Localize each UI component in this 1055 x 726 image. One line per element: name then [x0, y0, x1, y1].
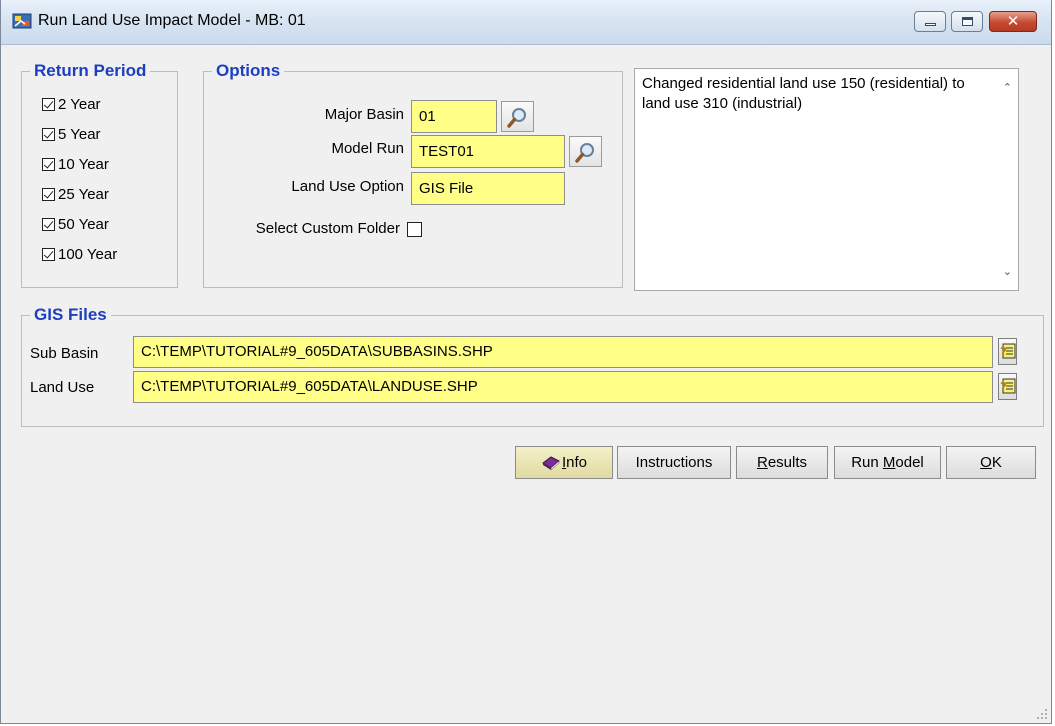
land-use-browse-button[interactable]: ?	[998, 373, 1017, 400]
return-period-item-25-year[interactable]: 25 Year	[42, 183, 109, 205]
close-icon: ✕	[1006, 12, 1020, 30]
model-run-lookup-button[interactable]	[569, 136, 602, 167]
return-period-item-10-year[interactable]: 10 Year	[42, 153, 109, 175]
major-basin-label: Major Basin	[324, 106, 404, 123]
options-title: Options	[212, 60, 285, 82]
checkbox-25-year[interactable]	[42, 187, 55, 201]
resize-grip-icon[interactable]	[1036, 708, 1048, 720]
file-browse-icon: ?	[1000, 378, 1016, 394]
checkbox-5-year[interactable]	[42, 127, 55, 141]
checkbox-label: 10 Year	[58, 155, 109, 173]
results-button-label: Results	[756, 454, 808, 471]
file-browse-icon: ?	[1000, 343, 1016, 359]
minimize-icon	[925, 23, 936, 26]
return-period-item-50-year[interactable]: 50 Year	[42, 213, 109, 235]
info-button-label: Info	[561, 454, 588, 471]
window-title: Run Land Use Impact Model - MB: 01	[38, 12, 306, 29]
results-button[interactable]: Results	[736, 446, 828, 479]
svg-text:?: ?	[1000, 380, 1007, 394]
land-use-option-field[interactable]: GIS File	[411, 172, 565, 205]
instructions-button-label: Instructions	[635, 454, 713, 471]
sub-basin-label: Sub Basin	[30, 345, 99, 362]
checkbox-50-year[interactable]	[42, 217, 55, 231]
app-icon	[12, 13, 32, 29]
checkbox-label: 2 Year	[58, 95, 101, 113]
sub-basin-path-field[interactable]: C:\TEMP\TUTORIAL#9_605DATA\SUBBASINS.SHP	[133, 336, 993, 368]
checkbox-label: 5 Year	[58, 125, 101, 143]
checkbox-label: 25 Year	[58, 185, 109, 203]
notes-text: Changed residential land use 150 (reside…	[642, 75, 965, 112]
checkbox-label: 100 Year	[58, 245, 118, 263]
options-group: Options Major Basin 01 Model Run TEST01 …	[203, 60, 623, 288]
major-basin-lookup-button[interactable]	[501, 101, 534, 132]
ok-button-label: OK	[980, 454, 1002, 471]
run-model-button[interactable]: Run Model	[834, 446, 941, 479]
model-run-field[interactable]: TEST01	[411, 135, 565, 168]
ok-button[interactable]: OK	[946, 446, 1036, 479]
scroll-up-icon[interactable]: ⌃	[1003, 81, 1012, 94]
close-button[interactable]: ✕	[989, 11, 1037, 32]
land-use-label: Land Use	[30, 379, 95, 396]
instructions-button[interactable]: Instructions	[617, 446, 731, 479]
gis-files-group: GIS Files Sub Basin C:\TEMP\TUTORIAL#9_6…	[21, 304, 1044, 427]
maximize-button[interactable]	[951, 11, 983, 32]
select-custom-folder-checkbox[interactable]	[407, 222, 422, 237]
checkbox-100-year[interactable]	[42, 247, 55, 261]
maximize-icon	[962, 17, 973, 26]
model-run-label: Model Run	[331, 140, 404, 157]
minimize-button[interactable]	[914, 11, 946, 32]
scroll-down-icon[interactable]: ⌄	[1003, 265, 1012, 278]
land-use-option-label: Land Use Option	[291, 178, 404, 195]
return-period-group: Return Period 2 Year 5 Year 10 Year 25 Y…	[21, 60, 178, 288]
info-button[interactable]: Info	[515, 446, 613, 479]
dialog-window: Run Land Use Impact Model - MB: 01 ✕ Ret…	[0, 0, 1052, 724]
return-period-item-2-year[interactable]: 2 Year	[42, 93, 101, 115]
select-custom-folder-label: Select Custom Folder	[255, 220, 400, 237]
book-icon	[542, 455, 560, 471]
gis-files-title: GIS Files	[30, 304, 111, 326]
checkbox-label: 50 Year	[58, 215, 109, 233]
notes-textarea[interactable]: Changed residential land use 150 (reside…	[634, 68, 1019, 291]
checkbox-10-year[interactable]	[42, 157, 55, 171]
checkbox-2-year[interactable]	[42, 97, 55, 111]
return-period-item-5-year[interactable]: 5 Year	[42, 123, 101, 145]
sub-basin-browse-button[interactable]: ?	[998, 338, 1017, 365]
magnifier-icon	[506, 107, 526, 128]
magnifier-icon	[574, 142, 594, 163]
land-use-path-field[interactable]: C:\TEMP\TUTORIAL#9_605DATA\LANDUSE.SHP	[133, 371, 993, 403]
major-basin-field[interactable]: 01	[411, 100, 497, 133]
run-model-button-label: Run Model	[851, 454, 924, 471]
return-period-title: Return Period	[30, 60, 151, 82]
title-bar[interactable]: Run Land Use Impact Model - MB: 01 ✕	[1, 0, 1051, 45]
svg-text:?: ?	[1000, 345, 1007, 359]
return-period-item-100-year[interactable]: 100 Year	[42, 243, 117, 265]
